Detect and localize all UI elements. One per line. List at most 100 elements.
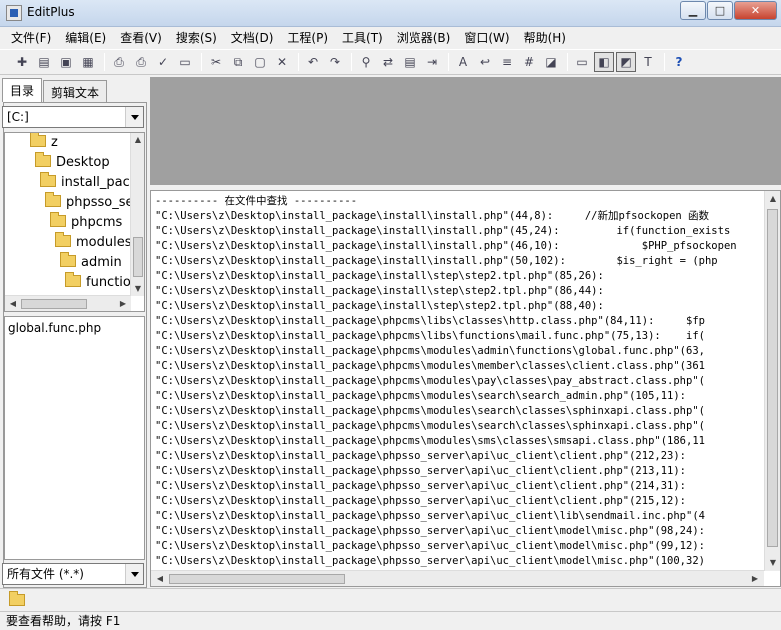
output-line[interactable]: "C:\Users\z\Desktop\install_package\phps…: [155, 449, 763, 464]
toolbar-separator: [351, 53, 352, 71]
chevron-down-icon[interactable]: [125, 564, 143, 584]
editor-area[interactable]: [150, 77, 781, 185]
folder-icon[interactable]: [9, 591, 25, 606]
drive-select[interactable]: [C:]: [2, 106, 144, 128]
paste-button[interactable]: ▢: [250, 52, 270, 72]
tree-horizontal-scrollbar[interactable]: ◀ ▶: [5, 295, 131, 311]
output-line[interactable]: "C:\Users\z\Desktop\install_package\phps…: [155, 464, 763, 479]
output-line[interactable]: "C:\Users\z\Desktop\install_package\inst…: [155, 209, 763, 224]
scroll-up-icon[interactable]: ▲: [766, 192, 780, 206]
output-line[interactable]: "C:\Users\z\Desktop\install_package\inst…: [155, 224, 763, 239]
find-in-files-button[interactable]: ▤: [400, 52, 420, 72]
menu-view[interactable]: 查看(V): [113, 28, 169, 48]
output-line[interactable]: "C:\Users\z\Desktop\install_package\inst…: [155, 239, 763, 254]
tree-item-phpcms[interactable]: phpcms: [50, 212, 122, 233]
goto-button[interactable]: ⇥: [422, 52, 442, 72]
menu-document[interactable]: 文档(D): [224, 28, 281, 48]
output-line[interactable]: "C:\Users\z\Desktop\install_package\inst…: [155, 284, 763, 299]
output-horizontal-scrollbar[interactable]: ◀ ▶: [151, 570, 764, 586]
output-line[interactable]: "C:\Users\z\Desktop\install_package\phpc…: [155, 434, 763, 449]
output-line[interactable]: "C:\Users\z\Desktop\install_package\phps…: [155, 509, 763, 524]
output-line[interactable]: "C:\Users\z\Desktop\install_package\inst…: [155, 269, 763, 284]
scroll-left-icon[interactable]: ◀: [153, 572, 167, 586]
line-number-button[interactable]: #: [519, 52, 539, 72]
tree-item-modules[interactable]: modules: [55, 232, 132, 253]
menu-project[interactable]: 工程(P): [280, 28, 335, 48]
find-button[interactable]: ⚲: [356, 52, 376, 72]
scroll-thumb[interactable]: [767, 209, 778, 547]
scroll-thumb[interactable]: [133, 237, 143, 277]
scroll-thumb[interactable]: [169, 574, 345, 584]
ruler-button[interactable]: ▭: [572, 52, 592, 72]
font-button[interactable]: A: [453, 52, 473, 72]
print-preview-button[interactable]: ⎙: [109, 52, 129, 72]
output-line[interactable]: "C:\Users\z\Desktop\install_package\phpc…: [155, 374, 763, 389]
status-bar: 要查看帮助，请按 F1: [0, 611, 781, 630]
menu-search[interactable]: 搜索(S): [169, 28, 224, 48]
output-line[interactable]: ---------- 在文件中查找 ----------: [155, 194, 763, 209]
new-file-button[interactable]: ✚: [12, 52, 32, 72]
menu-file[interactable]: 文件(F): [4, 28, 58, 48]
browser-button[interactable]: ◪: [541, 52, 561, 72]
document-icon: ▭: [179, 55, 191, 69]
print-button[interactable]: ⎙: [131, 52, 151, 72]
replace-button[interactable]: ⇄: [378, 52, 398, 72]
menu-browser[interactable]: 浏览器(B): [390, 28, 458, 48]
scroll-up-icon[interactable]: ▲: [131, 133, 144, 147]
help-button[interactable]: ?: [669, 52, 689, 72]
find-icon: ⚲: [361, 55, 371, 69]
output-line[interactable]: "C:\Users\z\Desktop\install_package\phps…: [155, 494, 763, 509]
output-vertical-scrollbar[interactable]: ▲ ▼: [764, 191, 780, 571]
file-list-item[interactable]: global.func.php: [8, 321, 141, 335]
scroll-left-icon[interactable]: ◀: [6, 297, 20, 311]
undo-button[interactable]: ↶: [303, 52, 323, 72]
scroll-right-icon[interactable]: ▶: [116, 297, 130, 311]
output-line[interactable]: "C:\Users\z\Desktop\install_package\phpc…: [155, 419, 763, 434]
scroll-thumb[interactable]: [21, 299, 87, 309]
output-line[interactable]: "C:\Users\z\Desktop\install_package\inst…: [155, 299, 763, 314]
document-button[interactable]: ▭: [175, 52, 195, 72]
save-all-button[interactable]: ▦: [78, 52, 98, 72]
scroll-right-icon[interactable]: ▶: [748, 572, 762, 586]
output-line[interactable]: "C:\Users\z\Desktop\install_package\phps…: [155, 554, 763, 568]
output-line[interactable]: "C:\Users\z\Desktop\install_package\phpc…: [155, 344, 763, 359]
scroll-down-icon[interactable]: ▼: [766, 556, 780, 570]
minimize-button[interactable]: ▁: [680, 1, 706, 20]
cliptext-button[interactable]: T: [638, 52, 658, 72]
output-line[interactable]: "C:\Users\z\Desktop\install_package\phpc…: [155, 359, 763, 374]
output-line[interactable]: "C:\Users\z\Desktop\install_package\phpc…: [155, 404, 763, 419]
output-line[interactable]: "C:\Users\z\Desktop\install_package\phpc…: [155, 329, 763, 344]
menu-edit[interactable]: 编辑(E): [58, 28, 113, 48]
output-line[interactable]: "C:\Users\z\Desktop\install_package\inst…: [155, 254, 763, 269]
output-line[interactable]: "C:\Users\z\Desktop\install_package\phps…: [155, 524, 763, 539]
scroll-down-icon[interactable]: ▼: [131, 282, 144, 296]
file-filter-select[interactable]: 所有文件 (*.*): [2, 563, 144, 585]
save-button[interactable]: ▣: [56, 52, 76, 72]
close-button[interactable]: ✕: [734, 1, 777, 20]
word-wrap-button[interactable]: ↩: [475, 52, 495, 72]
output-line[interactable]: "C:\Users\z\Desktop\install_package\phpc…: [155, 389, 763, 404]
spell-check-button[interactable]: ✓: [153, 52, 173, 72]
tree-item-admin[interactable]: admin: [60, 252, 122, 273]
output-line[interactable]: "C:\Users\z\Desktop\install_package\phps…: [155, 539, 763, 554]
menu-help[interactable]: 帮助(H): [517, 28, 573, 48]
output-window-button[interactable]: ◩: [616, 52, 636, 72]
output-line[interactable]: "C:\Users\z\Desktop\install_package\phpc…: [155, 314, 763, 329]
tab-cliptext[interactable]: 剪辑文本: [43, 80, 108, 102]
redo-button[interactable]: ↷: [325, 52, 345, 72]
directory-window-button[interactable]: ◧: [594, 52, 614, 72]
output-line[interactable]: "C:\Users\z\Desktop\install_package\phps…: [155, 479, 763, 494]
chevron-down-icon[interactable]: [125, 107, 143, 127]
tree-item-z[interactable]: z: [30, 133, 58, 153]
tree-item-desktop[interactable]: Desktop: [35, 152, 110, 173]
maximize-button[interactable]: □: [707, 1, 733, 20]
menu-window[interactable]: 窗口(W): [457, 28, 516, 48]
open-folder-button[interactable]: ▤: [34, 52, 54, 72]
delete-button[interactable]: ✕: [272, 52, 292, 72]
indent-button[interactable]: ≡: [497, 52, 517, 72]
copy-button[interactable]: ⧉: [228, 52, 248, 72]
menu-tools[interactable]: 工具(T): [335, 28, 390, 48]
cut-button[interactable]: ✂: [206, 52, 226, 72]
tab-directory[interactable]: 目录: [2, 78, 43, 102]
tree-vertical-scrollbar[interactable]: ▲ ▼: [130, 133, 144, 296]
